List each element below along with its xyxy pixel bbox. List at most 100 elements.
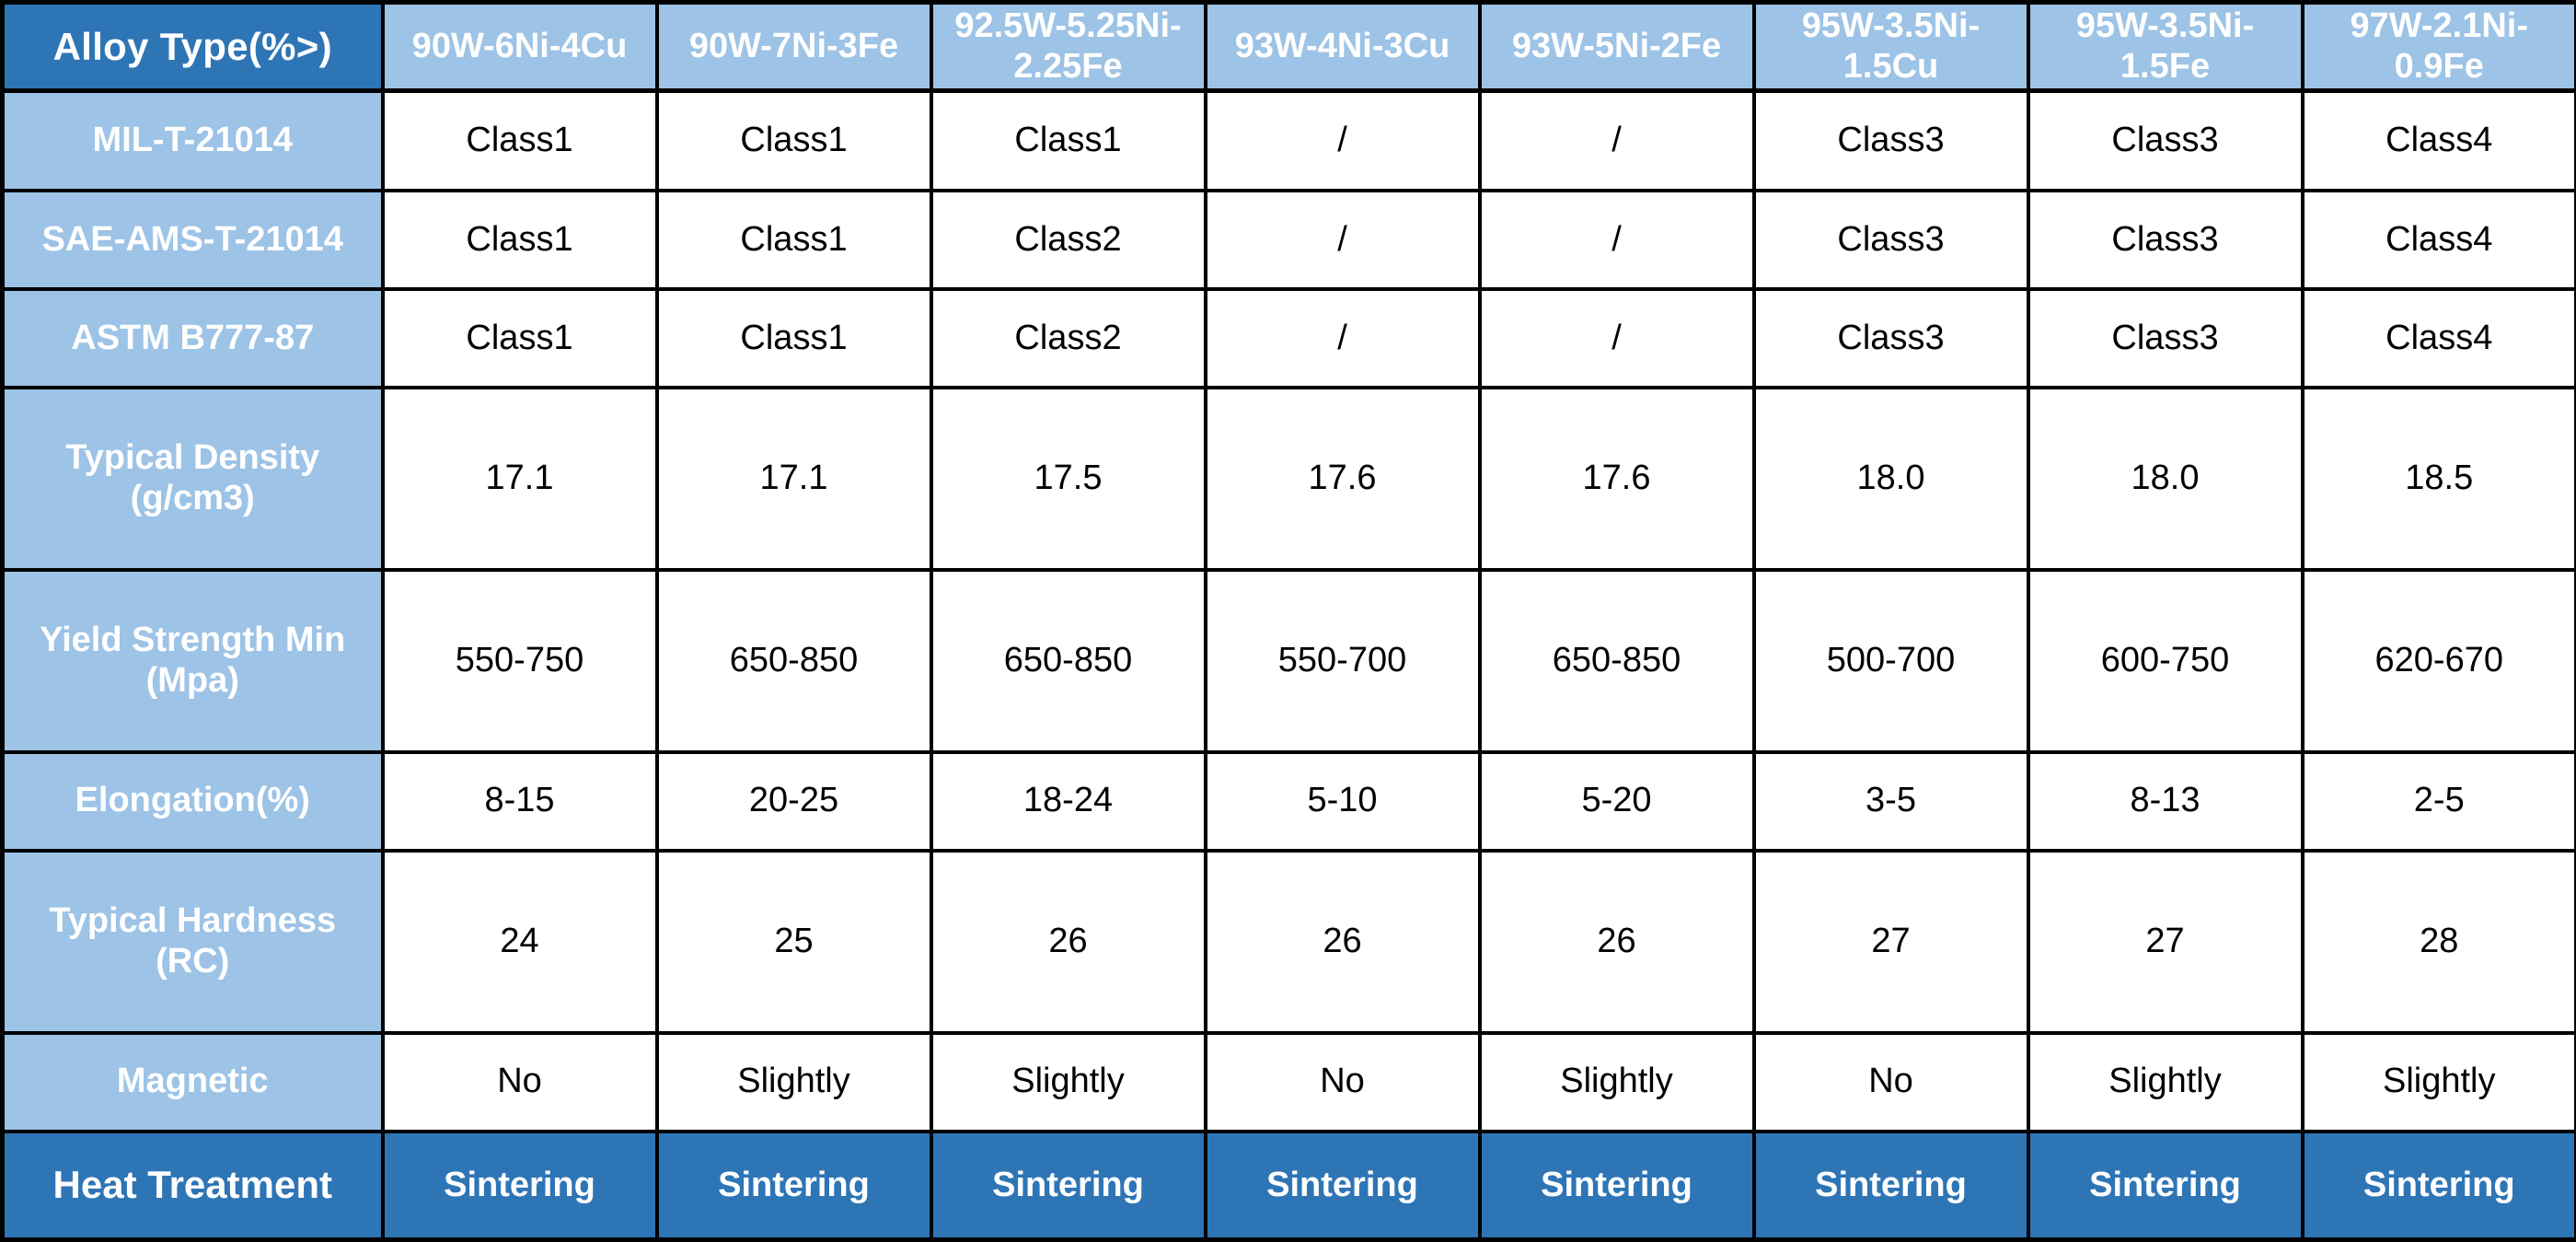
column-header-2: 92.5W-5.25Ni-2.25Fe (929, 0, 1207, 94)
table-cell: 620-670 (2300, 568, 2576, 754)
table-row: Yield Strength Min (Mpa) 550-750 650-850… (0, 568, 2576, 754)
table-cell: No (1751, 1030, 2030, 1133)
table-cell: Class3 (2026, 189, 2305, 292)
row-header-typical-density: Typical Density (g/cm3) (0, 386, 385, 573)
table-cell: 17.6 (1477, 386, 1756, 573)
table-row: SAE-AMS-T-21014 Class1 Class1 Class2 / /… (0, 189, 2576, 292)
table-row: Typical Hardness (RC) 24 25 26 26 26 27 … (0, 848, 2576, 1035)
table-cell: Class3 (1751, 189, 2030, 292)
column-header-6: 95W-3.5Ni-1.5Fe (2026, 0, 2305, 94)
table-cell: Class4 (2300, 287, 2576, 390)
table-cell: Class3 (2026, 88, 2305, 193)
table-cell: Class2 (929, 287, 1207, 390)
row-header-sae-ams-t-21014: SAE-AMS-T-21014 (0, 189, 385, 292)
table-cell: 27 (1751, 848, 2030, 1035)
row-header-heat-treatment: Heat Treatment (0, 1129, 385, 1242)
table-cell: Sintering (380, 1129, 659, 1242)
table-cell: Class1 (380, 189, 659, 292)
table-cell: 17.1 (654, 386, 933, 573)
row-header-astm-b777-87: ASTM B777-87 (0, 287, 385, 390)
table-cell: Slightly (929, 1030, 1207, 1133)
table-cell: 26 (1203, 848, 1482, 1035)
row-header-magnetic: Magnetic (0, 1030, 385, 1133)
table-cell: 8-13 (2026, 749, 2305, 853)
table-cell: 24 (380, 848, 659, 1035)
table-cell: 25 (654, 848, 933, 1035)
table-cell: Class4 (2300, 189, 2576, 292)
table-cell: Slightly (2300, 1030, 2576, 1133)
table-cell: Class2 (929, 189, 1207, 292)
table-cell: 28 (2300, 848, 2576, 1035)
table-cell: Sintering (2300, 1129, 2576, 1242)
table-cell: Class1 (654, 88, 933, 193)
table-body: MIL-T-21014 Class1 Class1 Class1 / / Cla… (0, 88, 2576, 1242)
table-cell: Sintering (2026, 1129, 2305, 1242)
table-cell: 17.5 (929, 386, 1207, 573)
header-row: Alloy Type(%>) 90W-6Ni-4Cu 90W-7Ni-3Fe 9… (0, 0, 2576, 94)
column-header-1: 90W-7Ni-3Fe (654, 0, 933, 94)
table-cell: Class1 (380, 287, 659, 390)
table-cell: 550-700 (1203, 568, 1482, 754)
table-cell: Class3 (1751, 88, 2030, 193)
table-cell: Sintering (654, 1129, 933, 1242)
table-cell: Sintering (1203, 1129, 1482, 1242)
table-cell: / (1477, 189, 1756, 292)
table-cell: 18.0 (2026, 386, 2305, 573)
column-header-7: 97W-2.1Ni-0.9Fe (2300, 0, 2576, 94)
table-cell: 5-10 (1203, 749, 1482, 853)
table-cell: / (1477, 88, 1756, 193)
table-cell: 26 (929, 848, 1207, 1035)
row-header-mil-t-21014: MIL-T-21014 (0, 88, 385, 193)
table-cell: / (1477, 287, 1756, 390)
table-cell: / (1203, 287, 1482, 390)
table-header: Alloy Type(%>) 90W-6Ni-4Cu 90W-7Ni-3Fe 9… (0, 0, 2576, 94)
row-header-elongation: Elongation(%) (0, 749, 385, 853)
table-cell: 18-24 (929, 749, 1207, 853)
table-cell: Class1 (380, 88, 659, 193)
table-cell: 2-5 (2300, 749, 2576, 853)
table-cell: 8-15 (380, 749, 659, 853)
table-cell: Class3 (2026, 287, 2305, 390)
table-cell: Sintering (929, 1129, 1207, 1242)
corner-header-alloy-type: Alloy Type(%>) (0, 0, 385, 94)
column-header-5: 95W-3.5Ni-1.5Cu (1751, 0, 2030, 94)
table-cell: / (1203, 189, 1482, 292)
column-header-4: 93W-5Ni-2Fe (1477, 0, 1756, 94)
table-row: Magnetic No Slightly Slightly No Slightl… (0, 1030, 2576, 1133)
table-cell: Slightly (654, 1030, 933, 1133)
table-cell: 20-25 (654, 749, 933, 853)
alloy-specification-table: Alloy Type(%>) 90W-6Ni-4Cu 90W-7Ni-3Fe 9… (0, 0, 2576, 1242)
table-row: ASTM B777-87 Class1 Class1 Class2 / / Cl… (0, 287, 2576, 390)
table-cell: Slightly (2026, 1030, 2305, 1133)
table-cell: Slightly (1477, 1030, 1756, 1133)
table-cell: No (1203, 1030, 1482, 1133)
table-cell: 26 (1477, 848, 1756, 1035)
row-header-yield-strength-min: Yield Strength Min (Mpa) (0, 568, 385, 754)
table-row: Elongation(%) 8-15 20-25 18-24 5-10 5-20… (0, 749, 2576, 853)
table-cell: Class1 (929, 88, 1207, 193)
column-header-3: 93W-4Ni-3Cu (1203, 0, 1482, 94)
table-cell: 18.5 (2300, 386, 2576, 573)
table-cell: Class1 (654, 287, 933, 390)
table-cell: Sintering (1477, 1129, 1756, 1242)
table-cell: 550-750 (380, 568, 659, 754)
table-cell: 650-850 (1477, 568, 1756, 754)
table-cell: 600-750 (2026, 568, 2305, 754)
table-cell: 17.6 (1203, 386, 1482, 573)
column-header-0: 90W-6Ni-4Cu (380, 0, 659, 94)
table-cell: 3-5 (1751, 749, 2030, 853)
table-cell: No (380, 1030, 659, 1133)
table-cell: Class4 (2300, 88, 2576, 193)
table-row: Heat Treatment Sintering Sintering Sinte… (0, 1129, 2576, 1242)
table-cell: 27 (2026, 848, 2305, 1035)
table-cell: Class1 (654, 189, 933, 292)
table-cell: 18.0 (1751, 386, 2030, 573)
table-cell: Sintering (1751, 1129, 2030, 1242)
table-cell: 17.1 (380, 386, 659, 573)
table-cell: 500-700 (1751, 568, 2030, 754)
table-cell: Class3 (1751, 287, 2030, 390)
table-cell: / (1203, 88, 1482, 193)
row-header-typical-hardness: Typical Hardness (RC) (0, 848, 385, 1035)
table-cell: 650-850 (654, 568, 933, 754)
table-cell: 5-20 (1477, 749, 1756, 853)
